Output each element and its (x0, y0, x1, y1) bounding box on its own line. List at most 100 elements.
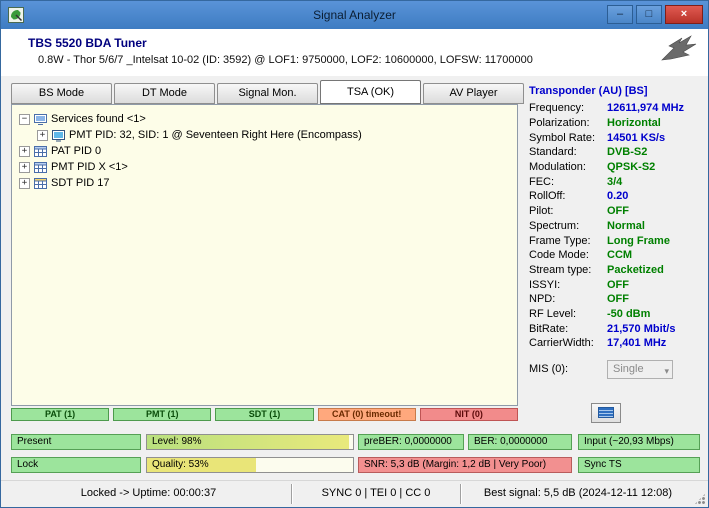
field-value: Packetized (607, 264, 664, 276)
window-title: Signal Analyzer (1, 8, 708, 22)
field-value: 14501 KS/s (607, 132, 665, 144)
field-value: Long Frame (607, 235, 670, 247)
services-tree: − Services found <1> + PMT PID: 32, SID: (11, 104, 518, 406)
close-button[interactable]: × (665, 5, 703, 24)
expand-toggle-icon[interactable]: + (19, 178, 30, 189)
transponder-row: Polarization: Horizontal (529, 116, 701, 131)
tab-tsa[interactable]: TSA (OK) (320, 80, 421, 104)
field-value: OFF (607, 293, 629, 305)
ber-chip: BER: 0,0000000 (468, 434, 572, 450)
tab-dt-mode[interactable]: DT Mode (114, 83, 215, 104)
transponder-row: NPD: OFF (529, 292, 701, 307)
pat-chip[interactable]: PAT (1) (11, 408, 109, 421)
uptime-status: Locked -> Uptime: 00:00:37 (11, 487, 286, 499)
transponder-row: FEC: 3/4 (529, 174, 701, 189)
collapse-toggle-icon[interactable]: − (19, 114, 30, 125)
transponder-row: Standard: DVB-S2 (529, 145, 701, 160)
tab-bs-mode[interactable]: BS Mode (11, 83, 112, 104)
transponder-row: Frequency: 12611,974 MHz (529, 101, 701, 116)
sync-counters: SYNC 0 | TEI 0 | CC 0 (296, 487, 456, 499)
table-icon (34, 161, 47, 174)
transponder-row: ISSYI: OFF (529, 277, 701, 292)
tbs-logo-icon (658, 33, 698, 70)
transponder-title: Transponder (AU) [BS] (529, 85, 701, 97)
field-value: OFF (607, 205, 629, 217)
field-label: Frame Type: (529, 235, 607, 247)
transponder-row: Frame Type: Long Frame (529, 233, 701, 248)
tree-item-pmt[interactable]: + PMT PID X <1> (12, 159, 517, 175)
field-label: BitRate: (529, 323, 607, 335)
level-progressbar: Level: 98% (146, 434, 354, 450)
transponder-row: CarrierWidth: 17,401 MHz (529, 336, 701, 351)
tree-item-pat[interactable]: + PAT PID 0 (12, 143, 517, 159)
tree-item-pmt-service[interactable]: + PMT PID: 32, SID: 1 @ Seventeen Right … (12, 127, 517, 143)
signal-analyzer-window: Signal Analyzer – □ × TBS 5520 BDA Tuner… (0, 0, 709, 508)
tab-bar: BS Mode DT Mode Signal Mon. TSA (OK) AV … (11, 83, 524, 104)
quality-progressbar: Quality: 53% (146, 457, 354, 473)
expand-toggle-icon[interactable]: + (19, 146, 30, 157)
minimize-button[interactable]: – (607, 5, 633, 24)
mis-label: MIS (0): (529, 363, 607, 375)
resize-grip[interactable] (694, 493, 706, 505)
header: TBS 5520 BDA Tuner 0.8W - Thor 5/6/7 _In… (1, 29, 708, 76)
field-label: CarrierWidth: (529, 337, 607, 349)
field-value: 3/4 (607, 176, 622, 188)
tv-icon (52, 129, 65, 142)
field-label: Standard: (529, 146, 607, 158)
lock-status-chip: Lock (11, 457, 141, 473)
expand-toggle-icon[interactable]: + (37, 130, 48, 141)
field-value: OFF (607, 279, 629, 291)
field-value: 17,401 MHz (607, 337, 666, 349)
input-bitrate-chip: Input (~20,93 Mbps) (578, 434, 700, 450)
mis-select[interactable]: Single ▾ (607, 360, 673, 379)
titlebar[interactable]: Signal Analyzer – □ × (1, 1, 708, 29)
field-label: Stream type: (529, 264, 607, 276)
device-title: TBS 5520 BDA Tuner (28, 36, 147, 50)
maximize-button[interactable]: □ (636, 5, 662, 24)
tree-item-sdt[interactable]: + SDT PID 17 (12, 175, 517, 191)
transponder-row: RollOff: 0.20 (529, 189, 701, 204)
cat-chip[interactable]: CAT (0) timeout! (318, 408, 416, 421)
quality-label: Quality: 53% (147, 458, 353, 472)
tab-signal-mon[interactable]: Signal Mon. (217, 83, 318, 104)
field-label: Modulation: (529, 161, 607, 173)
sync-ts-chip: Sync TS (578, 457, 700, 473)
tree-item-label: SDT PID 17 (51, 177, 110, 189)
tree-item-services-found[interactable]: − Services found <1> (12, 111, 517, 127)
chevron-down-icon: ▾ (664, 363, 669, 380)
preber-chip: preBER: 0,0000000 (358, 434, 464, 450)
field-value: -50 dBm (607, 308, 650, 320)
nit-chip[interactable]: NIT (0) (420, 408, 518, 421)
field-label: Pilot: (529, 205, 607, 217)
transponder-row: Spectrum: Normal (529, 219, 701, 234)
transponder-row: Stream type: Packetized (529, 263, 701, 278)
tuning-info: 0.8W - Thor 5/6/7 _Intelsat 10-02 (ID: 3… (38, 54, 533, 66)
transponder-row: RF Level: -50 dBm (529, 307, 701, 322)
field-value: 0.20 (607, 190, 628, 202)
sdt-chip[interactable]: SDT (1) (215, 408, 313, 421)
level-label: Level: 98% (147, 435, 353, 449)
table-icon (34, 145, 47, 158)
ts-save-button[interactable] (591, 403, 621, 423)
field-label: RollOff: (529, 190, 607, 202)
tab-av-player[interactable]: AV Player (423, 83, 524, 104)
stripes-icon (598, 407, 614, 418)
present-status-chip: Present (11, 434, 141, 450)
field-value: Horizontal (607, 117, 661, 129)
snr-chip: SNR: 5,3 dB (Margin: 1,2 dB | Very Poor) (358, 457, 572, 473)
expand-toggle-icon[interactable]: + (19, 162, 30, 173)
mis-row: MIS (0): Single ▾ (529, 360, 701, 379)
mis-selected-value: Single (613, 363, 644, 375)
transponder-row: Code Mode: CCM (529, 248, 701, 263)
field-label: Polarization: (529, 117, 607, 129)
tree-item-label: Services found <1> (51, 113, 146, 125)
caption-buttons: – □ × (607, 5, 703, 24)
field-value: QPSK-S2 (607, 161, 655, 173)
transponder-row: Modulation: QPSK-S2 (529, 160, 701, 175)
field-label: Symbol Rate: (529, 132, 607, 144)
pmt-chip[interactable]: PMT (1) (113, 408, 211, 421)
tree-item-label: PMT PID: 32, SID: 1 @ Seventeen Right He… (69, 129, 362, 141)
field-value: 21,570 Mbit/s (607, 323, 675, 335)
best-signal-status: Best signal: 5,5 dB (2024-12-11 12:08) (464, 487, 692, 499)
tree-item-label: PMT PID X <1> (51, 161, 128, 173)
